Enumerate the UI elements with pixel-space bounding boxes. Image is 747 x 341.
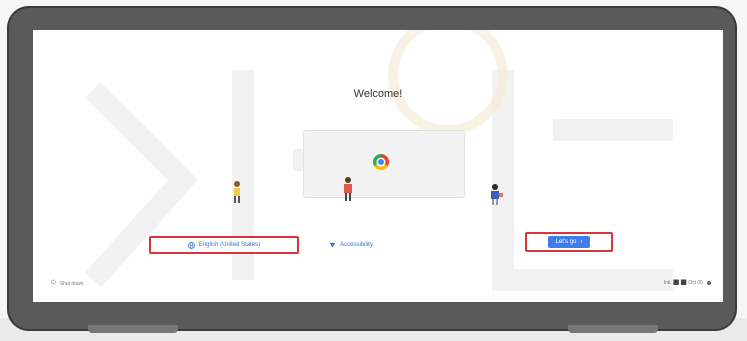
- network-icon: [707, 281, 711, 285]
- shutdown-label: Shut down: [59, 280, 84, 287]
- accessibility-button-label: Accessibility: [340, 242, 373, 248]
- status-tray-label: Intl. ⬛ ⬛ Oct 05: [663, 280, 703, 286]
- person-illustration-left: [234, 181, 240, 203]
- person-illustration-center: [344, 177, 352, 201]
- power-icon: ⏻: [51, 280, 56, 286]
- status-tray[interactable]: Intl. ⬛ ⬛ Oct 05: [664, 280, 711, 286]
- accessibility-button[interactable]: Accessibility: [311, 238, 391, 252]
- lets-go-button-label: Let's go: [555, 239, 577, 245]
- shutdown-button[interactable]: ⏻ Shut down: [51, 280, 83, 287]
- chrome-logo-icon: [373, 154, 389, 170]
- lets-go-button-fill: Let's go ›: [547, 236, 591, 248]
- person-illustration-right: [491, 184, 503, 205]
- laptop-hinge-right: [568, 325, 658, 333]
- language-button-label: English (United States): [198, 242, 261, 248]
- welcome-title: Welcome!: [353, 88, 403, 100]
- accessibility-icon: [329, 242, 336, 248]
- chevron-right-icon: ›: [580, 239, 583, 245]
- globe-icon: [187, 241, 195, 249]
- lets-go-button[interactable]: Let's go ›: [525, 232, 613, 252]
- laptop-hinge-left: [88, 325, 178, 333]
- chromebook-screen: Welcome! English (United States) Accessi…: [33, 30, 723, 302]
- language-button[interactable]: English (United States): [149, 236, 299, 254]
